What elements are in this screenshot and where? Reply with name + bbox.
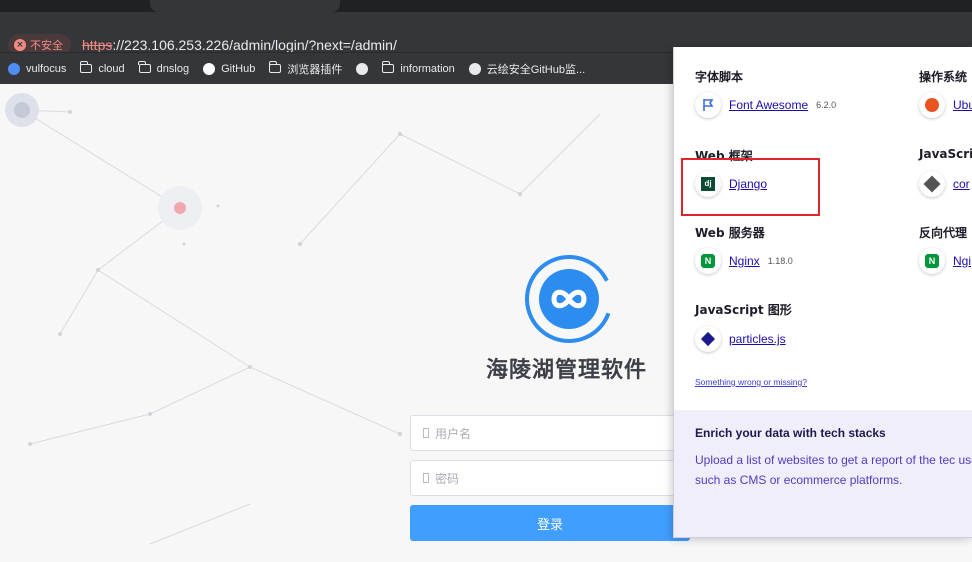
tech-link[interactable]: Ngi: [953, 254, 971, 268]
app-logo: [524, 254, 614, 344]
core-js-icon: [919, 171, 945, 197]
password-input[interactable]: 密码: [410, 460, 690, 496]
tech-font-awesome[interactable]: Font Awesome 6.2.0: [695, 92, 836, 118]
bookmark-globe[interactable]: [356, 62, 369, 75]
tech-core-js[interactable]: cor: [919, 171, 970, 197]
globe-icon: [468, 62, 481, 75]
enrich-text: Upload a list of websites to get a repor…: [695, 453, 972, 487]
bookmark-label: GitHub: [221, 62, 256, 75]
bookmark-label: vulfocus: [26, 62, 67, 75]
app-title: 海陵湖管理软件: [486, 358, 648, 383]
nginx-icon: N: [919, 248, 945, 274]
folder-icon: [381, 61, 395, 73]
flag-icon: [695, 92, 721, 118]
tech-nginx-proxy[interactable]: N Ngi: [919, 248, 971, 274]
lock-icon: [423, 473, 429, 483]
tech-version: 1.18.0: [767, 256, 793, 266]
bookmark-vulfocus[interactable]: vulfocus: [8, 62, 67, 75]
login-button[interactable]: 登录: [410, 505, 690, 541]
category-web-server: Web 服务器: [695, 226, 765, 240]
category-js-graphics: JavaScript 图形: [695, 303, 792, 317]
address-bar[interactable]: × 不安全 https://223.106.253.226/admin/logi…: [0, 12, 972, 56]
url-path: ://223.106.253.226/admin/login/?next=/ad…: [112, 37, 397, 53]
bookmark-label: 云绘安全GitHub监...: [486, 63, 586, 76]
bookmark-plugins[interactable]: 浏览器插件: [268, 61, 343, 77]
tech-ubuntu[interactable]: Ubu: [919, 92, 972, 118]
bookmark-dnslog[interactable]: dnslog: [138, 61, 190, 75]
particles-icon: [695, 326, 721, 352]
tech-version: 6.2.0: [816, 100, 837, 110]
warning-icon: ×: [14, 39, 26, 51]
url-scheme: https: [82, 37, 113, 53]
folder-icon: [138, 61, 151, 73]
github-icon: [203, 62, 216, 75]
browser-tab[interactable]: [150, 0, 340, 12]
username-input[interactable]: 用户名: [410, 415, 690, 451]
bookmark-label: 浏览器插件: [287, 63, 343, 76]
category-javascript: JavaScri: [919, 147, 972, 161]
ubuntu-icon: [919, 92, 945, 118]
bookmark-github[interactable]: GitHub: [203, 62, 256, 75]
tech-link[interactable]: particles.js: [729, 332, 786, 346]
category-font-scripts: 字体脚本: [695, 70, 744, 84]
password-placeholder: 密码: [435, 471, 460, 486]
tech-link[interactable]: Ubu: [953, 98, 972, 112]
bookmark-label: dnslog: [156, 62, 190, 75]
shield-icon: [8, 62, 20, 75]
enrich-title: Enrich your data with tech stacks: [695, 426, 886, 440]
bookmark-cloud[interactable]: cloud: [79, 61, 125, 75]
user-icon: [423, 428, 429, 438]
tech-link[interactable]: Nginx: [729, 254, 760, 268]
nginx-icon: N: [695, 248, 721, 274]
folder-icon: [79, 61, 93, 73]
something-wrong-link[interactable]: Something wrong or missing?: [695, 377, 807, 387]
globe-icon: [356, 62, 369, 75]
tech-link[interactable]: cor: [953, 177, 970, 191]
tech-particles-js[interactable]: particles.js: [695, 326, 786, 352]
highlight-box: [681, 158, 820, 216]
folder-icon: [268, 61, 282, 73]
not-secure-label: 不安全: [30, 39, 63, 52]
bookmark-information[interactable]: information: [381, 61, 455, 75]
tech-nginx[interactable]: N Nginx 1.18.0: [695, 248, 793, 274]
bookmark-label: information: [400, 62, 455, 75]
wappalyzer-popup: 字体脚本 Font Awesome 6.2.0 操作系统 Ubu Web 框架 …: [673, 47, 972, 538]
enrich-banner: Enrich your data with tech stacks Upload…: [674, 410, 972, 537]
category-os: 操作系统: [919, 70, 968, 84]
tech-link[interactable]: Font Awesome: [729, 98, 808, 112]
username-placeholder: 用户名: [435, 426, 472, 441]
bookmark-label: cloud: [98, 62, 125, 75]
category-reverse-proxy: 反向代理: [919, 226, 968, 240]
tab-strip: [0, 0, 972, 12]
bookmark-github-monitor[interactable]: 云绘安全GitHub监...: [468, 61, 586, 77]
url-text[interactable]: https://223.106.253.226/admin/login/?nex…: [82, 37, 397, 53]
